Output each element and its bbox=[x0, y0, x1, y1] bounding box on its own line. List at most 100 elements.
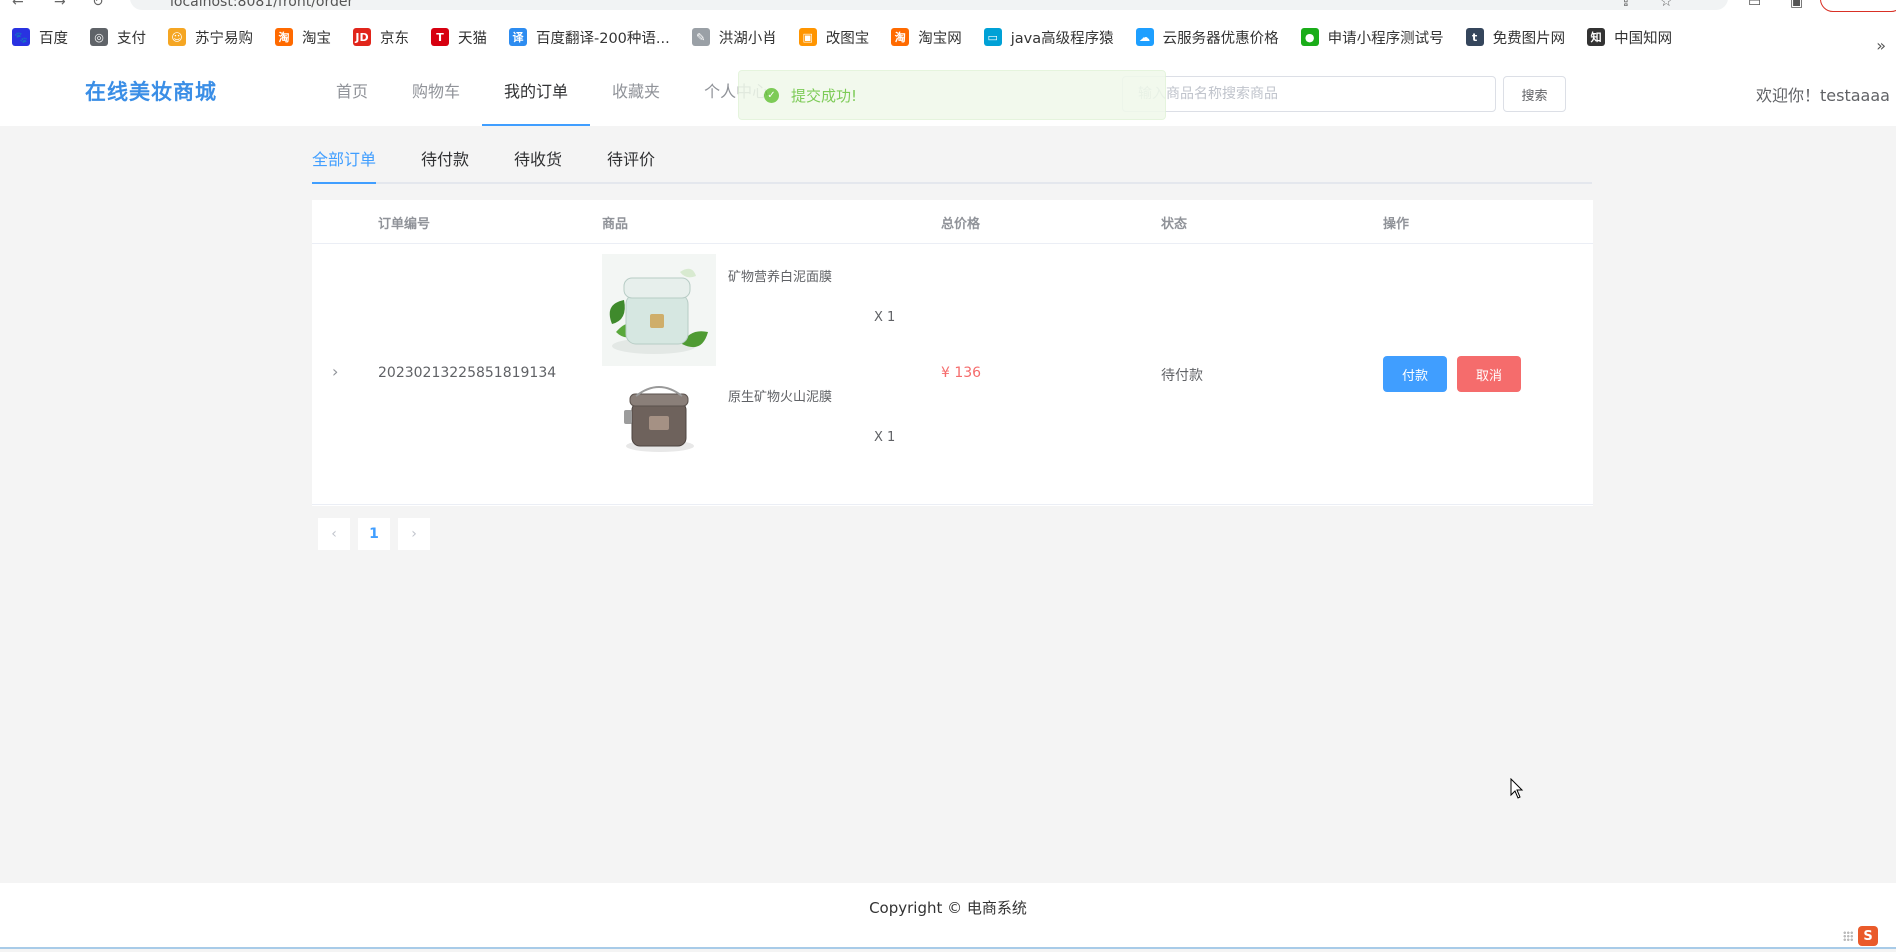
header-product: 商品 bbox=[602, 217, 629, 232]
header-actions: 操作 bbox=[1383, 217, 1410, 232]
bookmark-label: 云服务器优惠价格 bbox=[1162, 30, 1279, 47]
tumblr-icon: t bbox=[1465, 28, 1484, 46]
bookmark-label: 支付 bbox=[117, 30, 146, 47]
site-footer: Copyright © 电商系统 bbox=[0, 883, 1896, 949]
table-header: 订单编号 商品 总价格 状态 操作 bbox=[312, 200, 1593, 244]
product-name[interactable]: 矿物营养白泥面膜 bbox=[728, 266, 832, 285]
product-quantity: X 1 bbox=[874, 310, 896, 325]
back-icon[interactable]: ← bbox=[12, 0, 24, 10]
forward-icon[interactable]: → bbox=[54, 0, 66, 10]
bookmarks-overflow-icon[interactable]: » bbox=[1876, 36, 1886, 55]
bookmark-item[interactable]: ✎ 洪湖小肖 bbox=[691, 27, 777, 48]
cnki-icon: 知 bbox=[1587, 28, 1606, 46]
expand-row-chevron-icon[interactable]: › bbox=[332, 362, 338, 381]
page-number-1[interactable]: 1 bbox=[358, 518, 390, 550]
bird-icon: ✎ bbox=[691, 28, 710, 46]
url-text[interactable]: localhost:8081/front/order bbox=[170, 0, 353, 10]
bookmark-label: 百度翻译-200种语... bbox=[536, 30, 670, 47]
bookmark-item[interactable]: T 天猫 bbox=[431, 27, 487, 48]
bookmark-item[interactable]: 淘淘宝 bbox=[275, 27, 331, 48]
order-status: 待付款 bbox=[1161, 368, 1203, 384]
tab-all-orders[interactable]: 全部订单 bbox=[312, 142, 377, 184]
menu-item-favorites[interactable]: 收藏夹 bbox=[590, 60, 682, 126]
bookmark-item[interactable]: ▣ 改图宝 bbox=[798, 27, 870, 48]
bookmark-item[interactable]: ☁ 云服务器优惠价格 bbox=[1135, 27, 1279, 48]
bookmark-item[interactable]: ▭ java高级程序猿 bbox=[983, 27, 1114, 48]
order-total-price: ¥ 136 bbox=[941, 365, 982, 381]
menu-item-cart[interactable]: 购物车 bbox=[390, 60, 482, 126]
search-button[interactable]: 搜索 bbox=[1503, 76, 1566, 112]
menu-item-my-orders[interactable]: 我的订单 bbox=[482, 60, 591, 126]
wechat-icon: ● bbox=[1300, 28, 1319, 46]
tab-pending-review[interactable]: 待评价 bbox=[607, 142, 655, 184]
success-toast: ✓ 提交成功! bbox=[738, 70, 1166, 120]
globe-icon: ◎ bbox=[90, 28, 108, 46]
site-logo[interactable]: 在线美妆商城 bbox=[85, 76, 217, 106]
reload-icon[interactable]: ↻ bbox=[92, 0, 104, 10]
bookmark-label: 免费图片网 bbox=[1492, 30, 1566, 47]
product-item: 矿物营养白泥面膜 X 1 bbox=[602, 254, 902, 366]
bookmark-label: 改图宝 bbox=[825, 30, 870, 47]
update-button[interactable] bbox=[1820, 0, 1896, 12]
bookmark-label: 淘宝 bbox=[302, 30, 331, 47]
bookmark-item[interactable]: t 免费图片网 bbox=[1465, 27, 1566, 48]
bookmarks-bar: 🐾 百度 ◎ 支付 ☺ 苏宁易购淘淘宝 JD 京东 T 天猫译百度翻译-200种语... ✎ 洪湖小肖… bbox=[0, 14, 1896, 60]
copyright-text: Copyright © 电商系统 bbox=[869, 899, 1027, 917]
bookmark-item[interactable]: ◎ 支付 bbox=[90, 27, 146, 48]
bookmark-label: 洪湖小肖 bbox=[718, 30, 777, 47]
product-item: 原生矿物火山泥膜 X 1 bbox=[602, 374, 902, 486]
user-welcome-dropdown[interactable]: 欢迎你！testaaaa ⌄ bbox=[1756, 82, 1896, 106]
browser-toolbar: ← → ↻ localhost:8081/front/order ⇪ ☆ ▭ ▣ bbox=[0, 0, 1896, 14]
search-input[interactable] bbox=[1122, 76, 1496, 112]
bilibili-icon: ▭ bbox=[983, 28, 1002, 46]
bookmark-label: 淘宝网 bbox=[918, 30, 962, 47]
next-page-icon[interactable]: › bbox=[398, 518, 430, 550]
bookmark-item[interactable]: ☺ 苏宁易购 bbox=[168, 27, 253, 48]
pagination: ‹ 1 › bbox=[318, 518, 438, 550]
menu-item-home[interactable]: 首页 bbox=[314, 60, 390, 126]
suning-icon: ☺ bbox=[168, 28, 186, 46]
orders-table: 订单编号 商品 总价格 状态 操作 › 20230213225851819134… bbox=[312, 200, 1593, 506]
main-menu: 首页 购物车 我的订单 收藏夹 个人中心 bbox=[314, 60, 790, 126]
header-status: 状态 bbox=[1161, 217, 1188, 232]
tab-pending-receipt[interactable]: 待收货 bbox=[514, 142, 562, 184]
bookmark-item[interactable]: JD 京东 bbox=[353, 27, 409, 48]
order-tabs: 全部订单 待付款 待收货 待评价 bbox=[312, 142, 1592, 184]
mouse-cursor-icon bbox=[1510, 778, 1524, 799]
toast-message: 提交成功! bbox=[791, 86, 858, 105]
check-circle-icon: ✓ bbox=[764, 87, 779, 103]
share-icon[interactable]: ⇪ bbox=[1620, 0, 1632, 10]
tab-pending-payment[interactable]: 待付款 bbox=[421, 142, 469, 184]
cancel-order-button[interactable]: 取消 bbox=[1457, 356, 1521, 392]
bookmark-label: 京东 bbox=[380, 30, 409, 47]
welcome-text: 欢迎你！testaaaa bbox=[1756, 86, 1890, 105]
bookmark-item[interactable]: 译百度翻译-200种语... bbox=[509, 27, 670, 48]
address-bar[interactable] bbox=[130, 0, 1728, 10]
bookmark-item[interactable]: 知中国知网 bbox=[1587, 27, 1672, 48]
jd-icon: JD bbox=[353, 28, 371, 46]
bookmark-item[interactable]: 🐾 百度 bbox=[12, 27, 68, 48]
header-order-no: 订单编号 bbox=[378, 217, 431, 232]
cloud-icon: ☁ bbox=[1135, 28, 1154, 46]
taobao-icon: 淘 bbox=[275, 28, 293, 46]
pay-button[interactable]: 付款 bbox=[1383, 356, 1447, 392]
ime-handle-icon[interactable] bbox=[1843, 931, 1853, 941]
bookmark-label: java高级程序猿 bbox=[1010, 30, 1114, 47]
translate-icon: 译 bbox=[509, 28, 527, 46]
product-image-white-mud-mask[interactable] bbox=[602, 254, 716, 366]
sogou-ime-icon[interactable]: S bbox=[1858, 926, 1878, 946]
product-name[interactable]: 原生矿物火山泥膜 bbox=[728, 386, 832, 405]
extension-icon[interactable]: ▭ bbox=[1748, 0, 1761, 10]
bookmark-label: 申请小程序测试号 bbox=[1327, 30, 1444, 47]
bookmark-label: 百度 bbox=[39, 30, 68, 47]
order-number: 20230213225851819134 bbox=[378, 365, 557, 381]
product-quantity: X 1 bbox=[874, 430, 896, 445]
prev-page-icon[interactable]: ‹ bbox=[318, 518, 350, 550]
profile-icon[interactable]: ▣ bbox=[1790, 0, 1803, 10]
baidu-paw-icon: 🐾 bbox=[12, 28, 30, 46]
bookmark-item[interactable]: 淘淘宝网 bbox=[891, 27, 962, 48]
bookmark-item[interactable]: ● 申请小程序测试号 bbox=[1300, 27, 1444, 48]
bookmark-star-icon[interactable]: ☆ bbox=[1660, 0, 1673, 10]
taobao-net-icon: 淘 bbox=[891, 28, 910, 46]
product-image-volcanic-mud-mask[interactable] bbox=[602, 374, 716, 486]
